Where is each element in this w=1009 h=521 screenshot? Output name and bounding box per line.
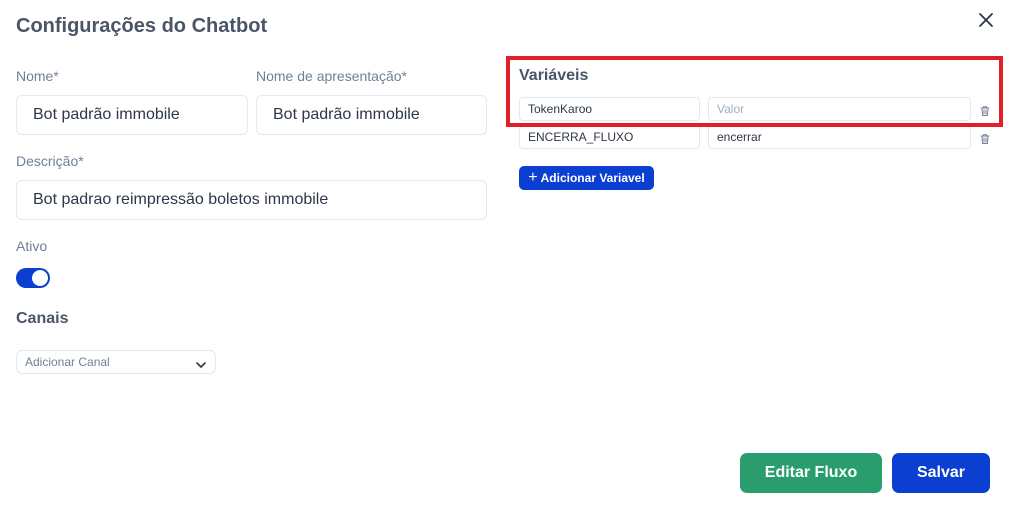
active-toggle[interactable] <box>16 268 50 288</box>
variable-name-input[interactable]: TokenKaroo <box>519 97 700 121</box>
display-name-input[interactable]: Bot padrão immobile <box>256 95 487 135</box>
add-variable-button[interactable]: + Adicionar Variavel <box>519 166 654 190</box>
name-label: Nome* <box>16 68 59 84</box>
variable-value-input[interactable]: Valor <box>708 97 971 121</box>
toggle-knob <box>32 270 48 286</box>
display-name-label: Nome de apresentação* <box>256 68 407 84</box>
add-channel-select[interactable]: Adicionar Canal <box>16 350 216 374</box>
chevron-down-icon <box>195 356 207 368</box>
plus-icon: + <box>528 169 538 186</box>
description-input[interactable]: Bot padrao reimpressão boletos immobile <box>16 180 487 220</box>
description-label: Descrição* <box>16 153 84 169</box>
variable-value-input[interactable]: encerrar <box>708 125 971 149</box>
trash-icon[interactable] <box>979 132 991 144</box>
close-icon[interactable] <box>977 11 995 29</box>
variables-heading: Variáveis <box>519 67 589 84</box>
name-input[interactable]: Bot padrão immobile <box>16 95 248 135</box>
add-variable-label: Adicionar Variavel <box>540 171 645 185</box>
channels-heading: Canais <box>16 310 69 327</box>
save-button[interactable]: Salvar <box>892 453 990 493</box>
trash-icon[interactable] <box>979 104 991 116</box>
active-label: Ativo <box>16 238 48 254</box>
variable-name-input[interactable]: ENCERRA_FLUXO <box>519 125 700 149</box>
edit-flow-button[interactable]: Editar Fluxo <box>740 453 882 493</box>
add-channel-placeholder: Adicionar Canal <box>25 355 110 369</box>
dialog-title: Configurações do Chatbot <box>16 15 268 37</box>
